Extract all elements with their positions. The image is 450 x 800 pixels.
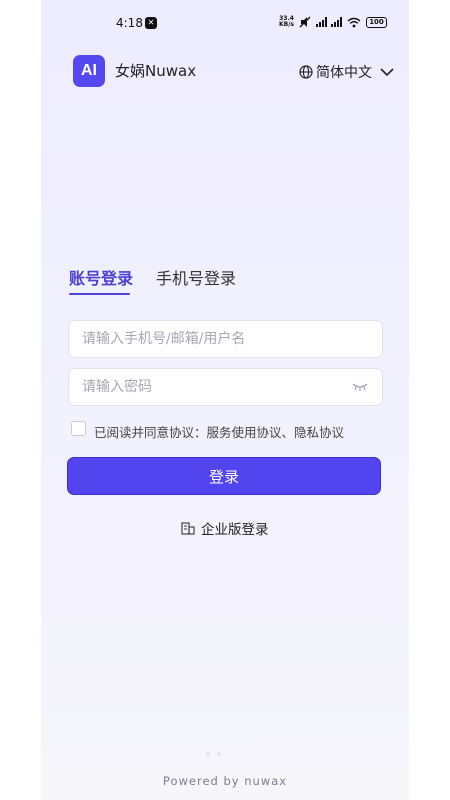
app-screen: 4:18 ✕ 33.4 KB/s 100 AI 女娲Nuwax 简体中文 账号登… xyxy=(41,0,409,800)
status-time: 4:18 xyxy=(116,16,143,30)
active-tab-indicator xyxy=(69,293,130,295)
account-field xyxy=(68,320,383,358)
notification-icon: ✕ xyxy=(145,17,157,29)
app-logo: AI xyxy=(73,55,105,87)
status-icons: 33.4 KB/s 100 xyxy=(279,16,387,28)
password-input[interactable] xyxy=(69,369,382,405)
brand-name: 女娲Nuwax xyxy=(115,62,197,80)
wifi-icon xyxy=(347,17,361,27)
tab-account-login[interactable]: 账号登录 xyxy=(69,265,133,289)
page-indicator xyxy=(206,752,221,756)
status-bar: 4:18 ✕ 33.4 KB/s 100 xyxy=(41,14,409,34)
tab-phone-login[interactable]: 手机号登录 xyxy=(156,265,236,289)
agreement-checkbox[interactable] xyxy=(71,421,86,436)
globe-icon xyxy=(299,65,313,79)
enterprise-login-label: 企业版登录 xyxy=(201,522,269,538)
password-field xyxy=(68,368,383,406)
signal-icon-2 xyxy=(331,17,342,27)
enterprise-login-link[interactable]: 企业版登录 xyxy=(181,518,269,538)
agreement-text[interactable]: 已阅读并同意协议：服务使用协议、隐私协议 xyxy=(94,422,344,441)
language-label: 简体中文 xyxy=(316,65,372,81)
signal-icon xyxy=(316,17,327,27)
account-input[interactable] xyxy=(69,321,382,357)
building-icon xyxy=(181,521,195,535)
language-selector[interactable]: 简体中文 xyxy=(299,62,395,82)
chevron-down-icon xyxy=(380,68,394,77)
network-speed: 33.4 KB/s xyxy=(279,15,294,28)
powered-by-footer: Powered by nuwax xyxy=(162,774,288,788)
battery-icon: 100 xyxy=(366,16,387,28)
login-button[interactable]: 登录 xyxy=(67,457,381,495)
eye-closed-icon[interactable] xyxy=(352,382,368,392)
mute-icon xyxy=(299,16,311,28)
